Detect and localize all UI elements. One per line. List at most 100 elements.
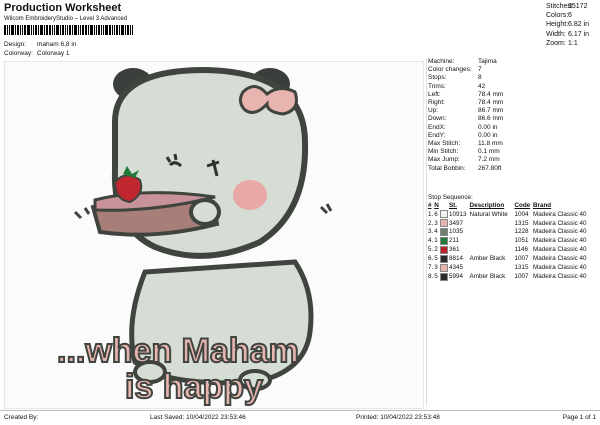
thread-code: 1051: [514, 237, 529, 245]
sequence-row: 3. 4 1035 1228 Madeira Classic 40: [428, 228, 596, 237]
barcode-bar: [78, 25, 79, 35]
info-value: 86.6 mm: [478, 115, 504, 123]
barcode-bar: [15, 25, 16, 35]
barcode-bar: [125, 25, 126, 35]
sequence-row: 1. 6 10913 Natural White 1004 Madeira Classic…: [428, 210, 596, 219]
thread-brand: Madeira Classic 40: [532, 272, 587, 280]
barcode-bar: [132, 25, 133, 35]
stitch-count: 8814: [448, 255, 463, 263]
info-row: Machine: Tajima: [428, 58, 596, 66]
info-value: 8: [478, 74, 482, 82]
barcode-bar: [98, 25, 100, 35]
stitch-count: 361: [448, 246, 460, 254]
thread-code: 1146: [514, 246, 528, 254]
barcode-bar: [4, 25, 6, 35]
barcode-bar: [35, 25, 37, 35]
info-label: Down:: [428, 115, 447, 123]
stat-label: Stitches:: [546, 3, 573, 10]
printed-date: Printed: 10/04/2022 23:53:48: [356, 414, 440, 421]
thread-brand: Madeira Classic 40: [532, 263, 587, 271]
thread-brand: Madeira Classic 40: [532, 210, 587, 218]
barcode-bar: [127, 25, 129, 35]
info-value: 86.7 mm: [478, 107, 504, 115]
sequence-header: N: [434, 202, 439, 210]
stop-sequence-panel: Stop Sequence: # N St. Description Code Brand…: [428, 194, 596, 281]
barcode-bar: [112, 25, 113, 35]
info-label: Max Stitch:: [428, 140, 461, 148]
barcode-bar: [9, 25, 10, 35]
thread-description: Amber Black: [469, 272, 506, 280]
info-row: Min Stitch: 0.1 mm: [428, 148, 596, 156]
stat-label: Colors:: [546, 12, 569, 20]
last-saved: Last Saved: 10/04/2022 23:53:46: [150, 414, 246, 421]
info-label: Max Jump:: [428, 156, 460, 164]
design-label: Design:: [4, 41, 27, 48]
stat-row: Stitches: 35172: [546, 2, 589, 11]
barcode-bar: [85, 25, 87, 35]
info-label: Total Bobbin:: [428, 164, 466, 172]
stitch-count: 5994: [448, 272, 463, 280]
barcode-bar: [17, 25, 19, 35]
barcode-bar: [40, 25, 43, 35]
stat-row: Zoom: 1:1: [546, 39, 589, 48]
stitch-count: 1035: [448, 228, 463, 236]
info-label: Machine:: [428, 58, 455, 65]
info-row: Down: 86.6 mm: [428, 115, 596, 123]
stat-value: 1:1: [568, 39, 578, 47]
barcode-bar: [105, 25, 108, 35]
stat-value: 6: [568, 12, 572, 20]
stitch-count: 10913: [448, 210, 467, 218]
stat-row: Colors: 6: [546, 11, 589, 20]
stitch-count: 3497: [448, 219, 463, 227]
color-swatch: [439, 228, 448, 237]
info-value: 78.4 mm: [478, 99, 504, 107]
barcode-bar: [62, 25, 64, 35]
thread-brand: Madeira Classic 40: [532, 219, 587, 227]
stat-value: 6.82 in: [568, 21, 590, 29]
sequence-title: Stop Sequence:: [428, 194, 473, 201]
thread-brand: Madeira Classic 40: [532, 255, 587, 263]
thread-code: 1007: [514, 255, 529, 263]
color-swatch: [439, 254, 448, 263]
bear-hand: [189, 198, 221, 226]
info-value: 0.00 in: [478, 131, 498, 139]
design-preview: ...when Maham is happy: [4, 61, 424, 409]
info-row: Max Stitch: 11.8 mm: [428, 140, 596, 148]
info-row: Right: 78.4 mm: [428, 99, 596, 107]
barcode-bar: [44, 25, 45, 35]
barcode-bar: [109, 25, 111, 35]
barcode-bar: [96, 25, 97, 35]
barcode-bar: [121, 25, 124, 35]
info-label: Trims:: [428, 82, 446, 90]
software-name: Wilcom EmbroideryStudio – Level 3 Advanc…: [4, 16, 128, 22]
thread-description: Amber Black: [469, 255, 506, 263]
barcode-bar: [130, 25, 131, 35]
motion-lines-left: [73, 207, 91, 220]
barcode-bar: [69, 25, 71, 35]
info-value: 0.00 in: [478, 123, 498, 131]
thread-description: [470, 219, 515, 228]
thread-code: 1007: [514, 272, 529, 280]
caption-line-1: ...when Maham: [57, 332, 299, 370]
barcode-bar: [119, 25, 120, 35]
barcode-bar: [94, 25, 95, 35]
info-row: Max Jump: 7.2 mm: [428, 156, 596, 164]
info-value: 267.80ft: [478, 164, 502, 172]
stitch-count: 4345: [448, 263, 463, 271]
thread-brand: Madeira Classic 40: [532, 237, 587, 245]
sequence-header: Code: [514, 202, 531, 210]
barcode-bar: [80, 25, 81, 35]
thread-description: [470, 264, 515, 273]
sequence-row: 5. 2 361 1146 Madeira Classic 40: [428, 245, 596, 255]
barcode-bar: [27, 25, 30, 35]
cheek: [233, 180, 267, 210]
thread-code: 1004: [514, 210, 529, 218]
info-label: Right:: [428, 99, 445, 107]
info-label: Stops:: [428, 74, 447, 82]
colorway-name: Colorway 1: [37, 49, 70, 57]
sequence-table: # N St. Description Code Brand 1. 6 10913 Natura…: [428, 202, 596, 281]
info-label: EndX:: [428, 123, 446, 131]
color-swatch: [439, 219, 448, 228]
created-by: Created By:: [4, 414, 39, 421]
stitch-count: 211: [448, 237, 459, 245]
